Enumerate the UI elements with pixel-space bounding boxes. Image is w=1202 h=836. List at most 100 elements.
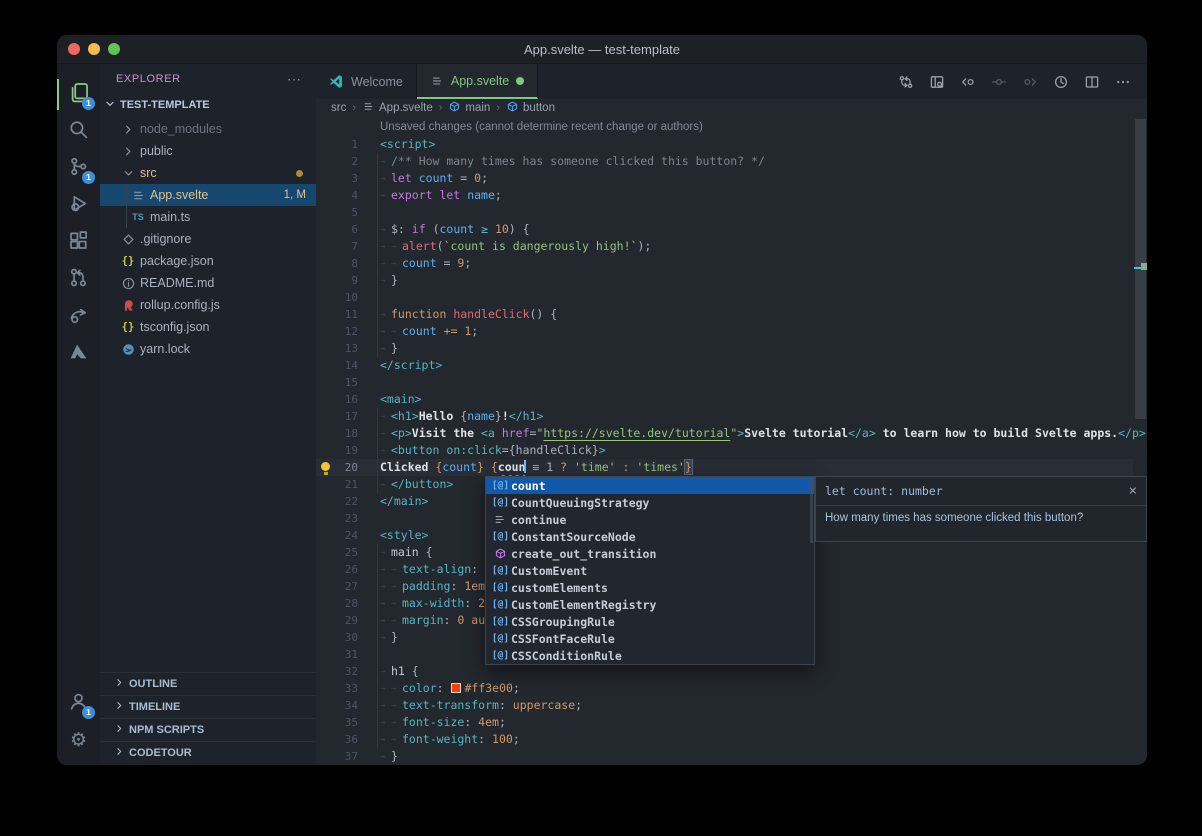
split-editor-icon[interactable] bbox=[1084, 74, 1100, 90]
code-line-15[interactable]: 15 bbox=[316, 374, 1133, 391]
breadcrumb-item-app-svelte[interactable]: App.svelte bbox=[362, 100, 433, 116]
code-line-6[interactable]: 6$: if (count ≥ 10) { bbox=[316, 221, 1133, 238]
code-line-14[interactable]: 14</script> bbox=[316, 357, 1133, 374]
compare-changes-icon[interactable] bbox=[898, 74, 914, 90]
live-share-icon bbox=[68, 304, 89, 330]
code-line-9[interactable]: 9} bbox=[316, 272, 1133, 289]
code-line-4[interactable]: 4export let name; bbox=[316, 187, 1133, 204]
activity-azure[interactable] bbox=[57, 335, 100, 372]
close-window-button[interactable] bbox=[68, 43, 80, 55]
file-item-package-json[interactable]: {}package.json bbox=[100, 250, 316, 272]
activity-explorer[interactable]: 1 bbox=[57, 76, 100, 113]
zoom-window-button[interactable] bbox=[108, 43, 120, 55]
scrollbar[interactable] bbox=[1134, 116, 1147, 765]
code-text: font-size: 4em; bbox=[380, 714, 506, 732]
tab-welcome[interactable]: Welcome bbox=[316, 64, 417, 99]
modified-dot-icon[interactable] bbox=[516, 77, 524, 85]
suggest-item-countqueuingstrategy[interactable]: [@]CountQueuingStrategy bbox=[486, 494, 814, 511]
code-line-2[interactable]: 2/** How many times has someone clicked … bbox=[316, 153, 1133, 170]
previous-change-icon[interactable] bbox=[960, 74, 976, 90]
center-change-icon[interactable] bbox=[991, 74, 1007, 90]
code-text: h1 { bbox=[380, 663, 419, 681]
code-line-1[interactable]: 1<script> bbox=[316, 136, 1133, 153]
code-editor[interactable]: Unsaved changes (cannot determine recent… bbox=[316, 116, 1147, 765]
suggest-item-constantsourcenode[interactable]: [@]ConstantSourceNode bbox=[486, 528, 814, 545]
chevron-right-icon bbox=[120, 121, 136, 137]
file-item-src[interactable]: src bbox=[100, 162, 316, 184]
section-timeline[interactable]: TIMELINE bbox=[100, 695, 316, 718]
file-item-yarn-lock[interactable]: yarn.lock bbox=[100, 338, 316, 360]
code-line-33[interactable]: 33color: #ff3e00; bbox=[316, 680, 1133, 697]
activity-search[interactable] bbox=[57, 113, 100, 150]
code-line-37[interactable]: 37} bbox=[316, 748, 1133, 765]
code-line-16[interactable]: 16<main> bbox=[316, 391, 1133, 408]
activity-pull-requests[interactable] bbox=[57, 261, 100, 298]
suggest-item-customelements[interactable]: [@]customElements bbox=[486, 579, 814, 596]
suggest-item-cssfontfacerule[interactable]: [@]CSSFontFaceRule bbox=[486, 630, 814, 647]
suggest-item-continue[interactable]: continue bbox=[486, 511, 814, 528]
activity-extensions[interactable] bbox=[57, 224, 100, 261]
activity-source-control[interactable]: 1 bbox=[57, 150, 100, 187]
cube-icon bbox=[448, 100, 461, 116]
more-actions-icon[interactable] bbox=[1115, 74, 1131, 90]
code-line-7[interactable]: 7alert(`count is dangerously high!`); bbox=[316, 238, 1133, 255]
file-item-readme-md[interactable]: README.md bbox=[100, 272, 316, 294]
file-item-app-svelte[interactable]: App.svelte1, M bbox=[100, 184, 316, 206]
whitespace-tab bbox=[391, 680, 402, 698]
file-item-node-modules[interactable]: node_modules bbox=[100, 118, 316, 140]
code-line-13[interactable]: 13} bbox=[316, 340, 1133, 357]
code-line-8[interactable]: 8count = 9; bbox=[316, 255, 1133, 272]
tab-app-svelte[interactable]: App.svelte bbox=[417, 64, 538, 99]
file-history-icon[interactable] bbox=[1053, 74, 1069, 90]
section-npm-scripts[interactable]: NPM SCRIPTS bbox=[100, 718, 316, 741]
breadcrumb-item-button[interactable]: button bbox=[506, 100, 555, 116]
suggest-item-customelementregistry[interactable]: [@]CustomElementRegistry bbox=[486, 596, 814, 613]
suggest-item-cssgroupingrule[interactable]: [@]CSSGroupingRule bbox=[486, 613, 814, 630]
more-actions-icon[interactable]: ⋯ bbox=[287, 71, 302, 88]
filelines-icon bbox=[362, 100, 375, 116]
code-line-17[interactable]: 17<h1>Hello {name}!</h1> bbox=[316, 408, 1133, 425]
project-root[interactable]: TEST-TEMPLATE bbox=[100, 94, 316, 116]
titlebar[interactable]: App.svelte — test-template bbox=[57, 35, 1147, 64]
file-label: rollup.config.js bbox=[140, 298, 220, 312]
minimize-window-button[interactable] bbox=[88, 43, 100, 55]
code-line-32[interactable]: 32h1 { bbox=[316, 663, 1133, 680]
suggest-scrollbar[interactable] bbox=[810, 479, 813, 543]
line-number: 6 bbox=[328, 221, 358, 238]
activity-accounts[interactable]: 1 bbox=[57, 685, 100, 722]
activity-settings[interactable]: ⚙ bbox=[57, 722, 100, 759]
code-line-34[interactable]: 34text-transform: uppercase; bbox=[316, 697, 1133, 714]
line-number: 14 bbox=[328, 357, 358, 374]
section-codetour[interactable]: CODETOUR bbox=[100, 741, 316, 764]
activity-run-debug[interactable] bbox=[57, 187, 100, 224]
whitespace-tab bbox=[380, 612, 391, 630]
close-icon[interactable]: × bbox=[1129, 484, 1137, 498]
section-outline[interactable]: OUTLINE bbox=[100, 672, 316, 695]
breadcrumb-item-main[interactable]: main bbox=[448, 100, 490, 116]
suggest-item-customevent[interactable]: [@]CustomEvent bbox=[486, 562, 814, 579]
code-line-35[interactable]: 35font-size: 4em; bbox=[316, 714, 1133, 731]
code-line-12[interactable]: 12count += 1; bbox=[316, 323, 1133, 340]
code-line-11[interactable]: 11function handleClick() { bbox=[316, 306, 1133, 323]
line-number: 4 bbox=[328, 187, 358, 204]
code-line-3[interactable]: 3let count = 0; bbox=[316, 170, 1133, 187]
file-item-tsconfig-json[interactable]: {}tsconfig.json bbox=[100, 316, 316, 338]
code-line-20[interactable]: 20Clicked {count} {coun ≡ 1 ? 'time' : '… bbox=[316, 459, 1133, 476]
activity-live-share[interactable] bbox=[57, 298, 100, 335]
file-item-rollup-config-js[interactable]: rollup.config.js bbox=[100, 294, 316, 316]
breadcrumb-item-src[interactable]: src bbox=[331, 102, 346, 114]
file-item-public[interactable]: public bbox=[100, 140, 316, 162]
code-line-19[interactable]: 19<button on:click={handleClick}> bbox=[316, 442, 1133, 459]
code-line-10[interactable]: 10 bbox=[316, 289, 1133, 306]
open-preview-icon[interactable] bbox=[929, 74, 945, 90]
code-line-5[interactable]: 5 bbox=[316, 204, 1133, 221]
file-item--gitignore[interactable]: .gitignore bbox=[100, 228, 316, 250]
code-line-18[interactable]: 18<p>Visit the <a href="https://svelte.d… bbox=[316, 425, 1133, 442]
next-change-icon[interactable] bbox=[1022, 74, 1038, 90]
breadcrumb-separator: › bbox=[496, 102, 500, 114]
file-item-main-ts[interactable]: TSmain.ts bbox=[100, 206, 316, 228]
code-line-36[interactable]: 36font-weight: 100; bbox=[316, 731, 1133, 748]
suggest-item-cssconditionrule[interactable]: [@]CSSConditionRule bbox=[486, 647, 814, 664]
suggest-item-create_out_transition[interactable]: create_out_transition bbox=[486, 545, 814, 562]
suggest-item-count[interactable]: [@]count bbox=[486, 477, 814, 494]
